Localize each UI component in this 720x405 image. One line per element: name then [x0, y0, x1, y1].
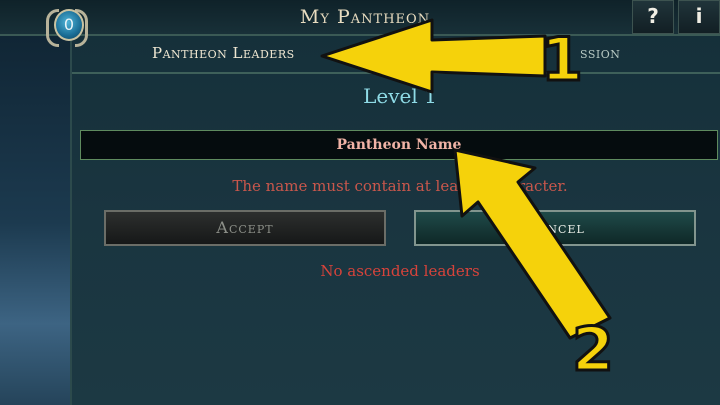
level-label: Level 1 [363, 84, 437, 108]
validation-error: The name must contain at least 1 charact… [232, 177, 568, 195]
info-button[interactable]: i [678, 0, 720, 34]
tab-second[interactable]: ssion [580, 44, 620, 62]
background-left-scenery [0, 0, 72, 405]
help-button[interactable]: ? [632, 0, 674, 34]
accept-button[interactable]: Accept [104, 210, 386, 246]
pantheon-name-input[interactable]: Pantheon Name [80, 130, 718, 160]
top-bar: 0 My Pantheon ? i [0, 0, 720, 47]
cancel-button[interactable]: Cancel [414, 210, 696, 246]
tabs-row: Pantheon Leaders ssion [72, 36, 720, 74]
tab-pantheon-leaders[interactable]: Pantheon Leaders [152, 44, 295, 62]
page-title: My Pantheon [299, 6, 431, 28]
empty-state-text: No ascended leaders [320, 262, 480, 280]
